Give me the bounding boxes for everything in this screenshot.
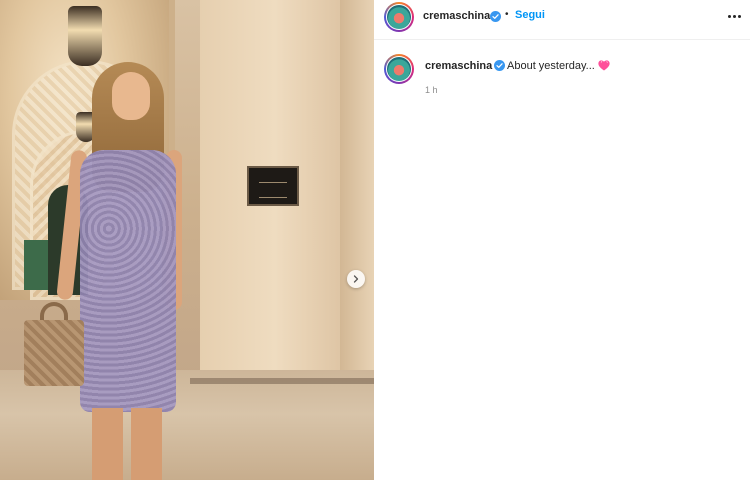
lantern-large [68, 6, 102, 66]
person-legs [92, 408, 162, 480]
caption: cremaschina About yesterday... 1 h [374, 52, 750, 102]
floor [0, 370, 374, 480]
person-face [112, 72, 150, 120]
avatar-image [387, 57, 411, 81]
person-dress [80, 150, 176, 412]
caption-avatar[interactable] [384, 54, 414, 84]
separator-dot: • [505, 9, 509, 20]
post-timestamp[interactable]: 1 h [425, 85, 438, 95]
wall-plaque [247, 166, 299, 206]
next-photo-button[interactable] [347, 270, 365, 288]
caption-username[interactable]: cremaschina [425, 60, 492, 72]
pillar [340, 0, 374, 390]
avatar-image [387, 5, 411, 29]
verified-badge-icon [490, 11, 501, 22]
header-username[interactable]: cremaschina [423, 10, 490, 22]
post-header: cremaschina • Segui [374, 0, 750, 40]
green-cabinet [24, 240, 48, 290]
post-details-panel: cremaschina • Segui cremaschina About ye… [374, 0, 750, 480]
handbag [24, 320, 84, 386]
verified-badge-icon [494, 60, 505, 71]
more-options-icon[interactable] [726, 8, 742, 24]
follow-button[interactable]: Segui [515, 9, 545, 21]
floor-step [190, 378, 374, 384]
caption-text: About yesterday... [507, 60, 595, 72]
chevron-right-icon [353, 275, 359, 283]
heart-emoji-icon [598, 60, 610, 71]
post-photo[interactable] [0, 0, 374, 480]
avatar[interactable] [384, 2, 414, 32]
